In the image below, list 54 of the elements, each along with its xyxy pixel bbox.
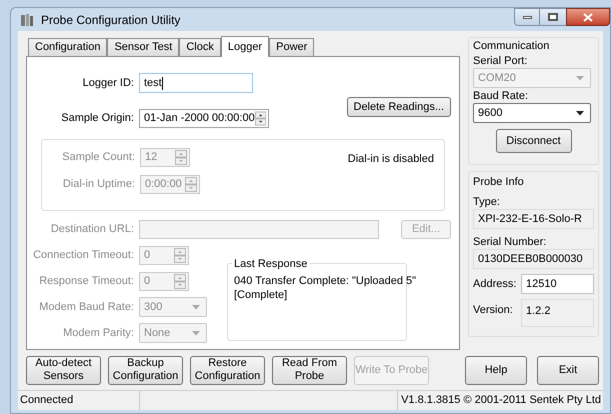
field-label: Connection Timeout: — [32, 248, 135, 263]
close-button[interactable] — [566, 8, 610, 26]
minimize-button[interactable] — [514, 8, 540, 26]
action-button[interactable]: Restore Configuration — [190, 356, 265, 384]
group-title: Probe Info — [473, 175, 525, 189]
tab[interactable]: Power — [269, 38, 314, 56]
caret-icon — [576, 110, 584, 116]
caret-icon — [192, 330, 200, 336]
action-button[interactable]: Read From Probe — [272, 356, 347, 384]
field-label: Response Timeout: — [38, 274, 135, 289]
field-label: Dial-in Uptime: — [62, 177, 136, 192]
caret-icon — [576, 76, 584, 80]
tab[interactable]: Clock — [179, 38, 221, 56]
field-label: Baud Rate: — [473, 89, 530, 103]
response-text: [Complete] — [234, 288, 288, 302]
spin-arrows-icon[interactable] — [254, 111, 266, 126]
group-title: Communication — [473, 39, 550, 53]
field-label: Version: — [473, 303, 514, 318]
field-label: Serial Number: — [473, 235, 548, 249]
type-value: XPI-232-E-16-Solo-R — [473, 209, 594, 229]
action-button[interactable]: Backup Configuration — [108, 356, 183, 384]
dialog-button[interactable]: Exit — [537, 356, 599, 384]
field-label: Serial Port: — [473, 54, 528, 68]
serial-number-value: 0130DEEB0B000030 — [473, 249, 594, 269]
field-label: Modem Baud Rate: — [38, 300, 135, 315]
baud-rate-dropdown[interactable]: 9600 — [473, 103, 591, 123]
field-label: Sample Origin: — [60, 111, 135, 126]
caret-icon — [192, 304, 200, 310]
maximize-button[interactable] — [540, 8, 566, 26]
dialog-button[interactable]: Help — [465, 356, 527, 384]
close-icon — [583, 12, 593, 22]
version-text: V1.8.1.3815 © 2001-2011 Sentek Pty Ltd — [400, 393, 602, 408]
group-title: Last Response — [232, 256, 310, 272]
tab[interactable]: Logger — [220, 36, 270, 57]
window-title: Probe Configuration Utility — [41, 12, 180, 28]
field-label: Destination URL: — [50, 222, 135, 238]
status-text: Connected — [18, 391, 140, 410]
sample-origin-field[interactable]: 01-Jan -2000 00:00:00 — [139, 109, 269, 128]
logger-id-field[interactable]: test — [139, 73, 253, 93]
version-value: 1.2.2 — [521, 299, 594, 327]
action-button[interactable]: Auto-detect Sensors — [26, 356, 101, 384]
delete-readings-button[interactable]: Delete Readings... — [346, 97, 451, 117]
app-icon — [19, 12, 35, 28]
tab[interactable]: Configuration — [28, 38, 108, 56]
field-label: Address: — [473, 276, 518, 292]
field-label: Logger ID: — [82, 76, 135, 91]
dial-in-status: Dial-in is disabled — [348, 152, 434, 167]
response-text: 040 Transfer Complete: "Uploaded 5" — [234, 274, 416, 288]
disconnect-button[interactable]: Disconnect — [496, 129, 572, 153]
tab[interactable]: Sensor Test — [107, 38, 180, 56]
field-label: Modem Parity: — [62, 326, 135, 341]
address-field[interactable]: 12510 — [521, 274, 594, 294]
field-label: Type: — [473, 195, 501, 209]
field-label: Sample Count: — [61, 150, 136, 166]
